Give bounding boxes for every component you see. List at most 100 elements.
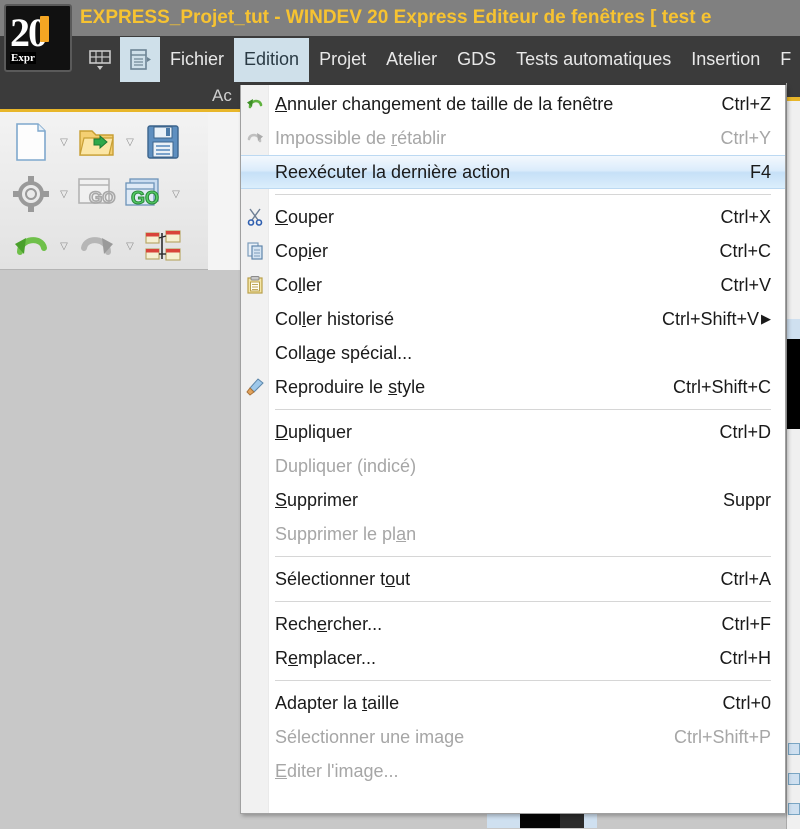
edition-dropdown-menu[interactable]: Annuler changement de taille de la fenêt… [240, 85, 786, 814]
chevron-down-icon[interactable]: ▽ [120, 241, 140, 252]
menu-item-label: Collage spécial... [275, 342, 413, 363]
scissors-icon [245, 207, 265, 227]
table-view-icon[interactable] [80, 37, 120, 82]
menubar-item-tests-automatiques[interactable]: Tests automatiques [506, 38, 681, 82]
menu-item-s-lectionner-tout[interactable]: Sélectionner tout Ctrl+A [241, 562, 785, 596]
undo-icon [245, 94, 265, 114]
menu-item-shortcut: Ctrl+Shift+V [661, 308, 759, 329]
right-panel-icon-1[interactable] [788, 743, 800, 755]
menu-bar: Fichier Edition Projet Atelier GDS Tests… [0, 36, 800, 83]
menubar-item-projet[interactable]: Projet [309, 38, 376, 82]
svg-text:GO: GO [89, 188, 115, 207]
submenu-arrow-icon: ▶ [761, 311, 771, 326]
undo-icon [8, 222, 54, 270]
menu-item-label: Annuler changement de taille de la fenêt… [275, 93, 614, 114]
menu-item-label: Reexécuter la dernière action [275, 161, 511, 182]
menu-item-shortcut: Ctrl+D [719, 421, 771, 442]
redo-icon [74, 222, 120, 270]
tool-settings[interactable]: ▽ [8, 170, 74, 218]
chevron-down-icon[interactable]: ▽ [54, 189, 74, 200]
gear-settings-icon [8, 170, 54, 218]
menu-item-rechercher[interactable]: Rechercher... Ctrl+F [241, 607, 785, 641]
menu-item-label: Impossible de rétablir [275, 127, 447, 148]
menu-item-couper[interactable]: Couper Ctrl+X [241, 200, 785, 234]
menu-item-label: Sélectionner tout [275, 568, 411, 589]
right-panel-highlight [787, 319, 800, 339]
menu-item-adapter-la-taille[interactable]: Adapter la taille Ctrl+0 [241, 686, 785, 720]
align-objects-icon [140, 222, 186, 270]
title-bar: EXPRESS_Projet_tut - WINDEV 20 Express E… [0, 0, 800, 36]
menu-item-shortcut: Ctrl+Z [721, 93, 772, 114]
right-panel-icon-2[interactable] [788, 773, 800, 785]
tool-go-project[interactable]: GO ▽ [120, 170, 186, 218]
menu-item-label: Copier [275, 240, 329, 261]
menu-item-shortcut: Ctrl+Y [720, 127, 771, 148]
menubar-item-edition[interactable]: Edition [234, 37, 310, 82]
menu-item-label: Supprimer [275, 489, 359, 510]
chevron-down-icon[interactable]: ▽ [120, 137, 140, 148]
menubar-item-gds[interactable]: GDS [447, 38, 506, 82]
menu-item-label: Remplacer... [275, 647, 377, 668]
menu-item-remplacer[interactable]: Remplacer... Ctrl+H [241, 641, 785, 675]
menu-item-coller[interactable]: Coller Ctrl+V [241, 268, 785, 302]
menu-item-editer-l-image: Editer l'image... [241, 754, 785, 788]
menu-item-dupliquer-indic: Dupliquer (indicé) [241, 449, 785, 483]
menu-item-s-lectionner-une-image: Sélectionner une image Ctrl+Shift+P [241, 720, 785, 754]
menu-item-collage-sp-cial[interactable]: Collage spécial... [241, 336, 785, 370]
right-panel-accent [787, 97, 800, 101]
menu-separator [275, 194, 771, 195]
clipboard-paste-icon [245, 275, 265, 295]
right-panel-header [787, 83, 800, 97]
menubar-item-atelier[interactable]: Atelier [376, 38, 447, 82]
tool-new-document[interactable]: ▽ [8, 118, 74, 166]
menu-item-reex-cuter-la-derni-re-action[interactable]: Reexécuter la dernière action F4 [241, 155, 785, 189]
logo-accent-bar [40, 16, 49, 42]
menu-item-label: Coller historisé [275, 308, 395, 329]
menu-item-shortcut: Ctrl+0 [722, 692, 771, 713]
menu-item-copier[interactable]: Copier Ctrl+C [241, 234, 785, 268]
menu-item-reproduire-le-style[interactable]: Reproduire le style Ctrl+Shift+C [241, 370, 785, 404]
menu-item-label: Reproduire le style [275, 376, 426, 397]
menubar-item-f[interactable]: F [770, 38, 800, 82]
chevron-down-icon[interactable]: ▽ [166, 189, 186, 200]
menu-item-shortcut: Ctrl+C [719, 240, 771, 261]
menu-item-label: Rechercher... [275, 613, 383, 634]
application-window: EXPRESS_Projet_tut - WINDEV 20 Express E… [0, 0, 800, 829]
menu-item-shortcut: Ctrl+H [719, 647, 771, 668]
menu-item-annuler-changement-de-taille-de-la-fen-tre[interactable]: Annuler changement de taille de la fenêt… [241, 87, 785, 121]
new-document-icon [8, 118, 54, 166]
tool-undo[interactable]: ▽ [8, 222, 74, 270]
menu-item-coller-historis[interactable]: Coller historisé Ctrl+Shift+V ▶ [241, 302, 785, 336]
menu-item-shortcut: F4 [749, 161, 771, 182]
go-project-icon: GO [120, 170, 166, 218]
menu-item-supprimer[interactable]: Supprimer Suppr [241, 483, 785, 517]
right-panel-icon-3[interactable] [788, 803, 800, 815]
panel-view-icon[interactable] [120, 37, 160, 82]
tool-row-2: ▽ GO GO ▽ [8, 168, 186, 220]
tool-align-objects[interactable] [140, 222, 186, 270]
window-preview-dark-b [560, 814, 584, 828]
menu-separator [275, 601, 771, 602]
menubar-item-insertion[interactable]: Insertion [681, 38, 770, 82]
tool-open-folder[interactable]: ▽ [74, 118, 140, 166]
menu-item-shortcut: Ctrl+X [720, 206, 771, 227]
menu-item-label: Supprimer le plan [275, 523, 417, 544]
copy-icon [245, 241, 265, 261]
tool-save[interactable] [140, 118, 186, 166]
chevron-down-icon[interactable]: ▽ [54, 137, 74, 148]
menu-item-dupliquer[interactable]: Dupliquer Ctrl+D [241, 415, 785, 449]
tool-row-1: ▽ ▽ [8, 116, 186, 168]
menu-separator [275, 409, 771, 410]
open-folder-icon [74, 118, 120, 166]
ribbon-quick-tools: ▽ ▽ ▽ GO GO ▽ ▽ ▽ [0, 112, 208, 270]
menu-item-label: Coller [275, 274, 323, 295]
right-docked-panel[interactable] [786, 83, 800, 829]
menu-item-shortcut: Suppr [722, 489, 771, 510]
window-preview-dark-a [520, 814, 560, 828]
chevron-down-icon[interactable]: ▽ [54, 241, 74, 252]
menu-separator [275, 680, 771, 681]
menubar-item-fichier[interactable]: Fichier [160, 38, 234, 82]
tool-go-window: GO [74, 170, 120, 218]
tool-redo[interactable]: ▽ [74, 222, 140, 270]
menu-item-label: Dupliquer [275, 421, 353, 442]
